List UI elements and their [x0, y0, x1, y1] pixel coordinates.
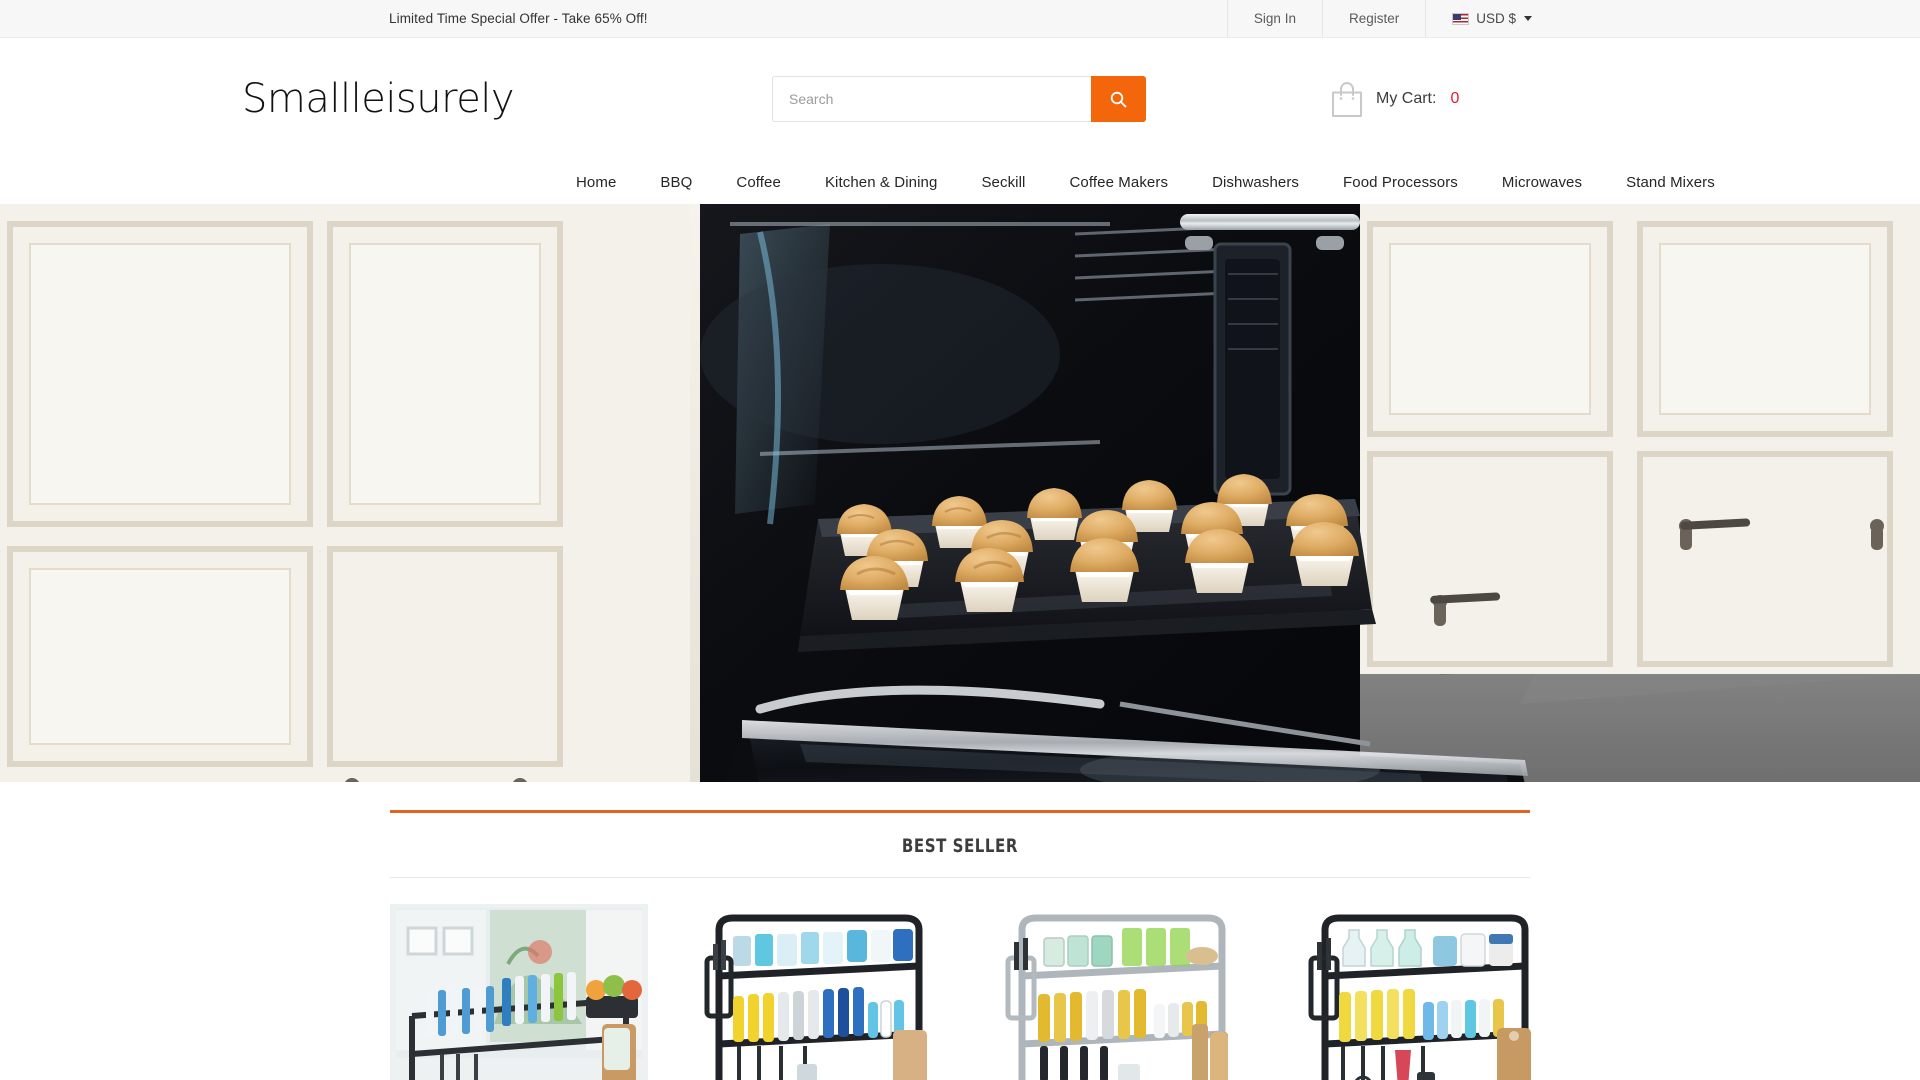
promo-banner: Limited Time Special Offer - Take 65% Of… [0, 0, 1227, 37]
section-title: BEST SELLER [901, 835, 1019, 857]
nav-item-bbq[interactable]: BBQ [638, 174, 714, 191]
nav-item-seckill[interactable]: Seckill [959, 174, 1047, 191]
nav-item-food-processors[interactable]: Food Processors [1321, 174, 1480, 191]
product-image[interactable] [693, 904, 951, 1080]
product-card[interactable] [1299, 904, 1557, 1080]
search-icon [1110, 91, 1127, 108]
cart-label: My Cart: [1376, 90, 1437, 107]
us-flag-icon [1452, 12, 1470, 25]
cart-count: 0 [1450, 90, 1460, 107]
product-card[interactable] [390, 904, 648, 1080]
product-image[interactable] [390, 904, 648, 1080]
top-links: Sign In Register USD $ [1226, 0, 1920, 37]
site-header: Smallleisurely Search My Cart: 0 [0, 38, 1920, 160]
search-input[interactable] [772, 76, 1091, 122]
hero-banner[interactable] [0, 204, 1920, 782]
shopping-bag-icon [1330, 80, 1364, 118]
search-button[interactable] [1091, 76, 1146, 122]
nav-item-home[interactable]: Home [526, 174, 638, 191]
sign-in-link[interactable]: Sign In [1226, 0, 1322, 37]
nav-item-coffee-makers[interactable]: Coffee Makers [1047, 174, 1190, 191]
promo-text: Limited Time Special Offer - Take 65% Of… [389, 11, 648, 26]
product-grid [390, 878, 1557, 1080]
nav-item-microwaves[interactable]: Microwaves [1480, 174, 1604, 191]
hero-image [0, 204, 1920, 782]
product-image[interactable] [996, 904, 1254, 1080]
nav-item-kitchen-dining[interactable]: Kitchen & Dining [803, 174, 960, 191]
currency-selector[interactable]: USD $ [1425, 0, 1540, 37]
currency-label: USD $ [1476, 11, 1516, 26]
nav-item-coffee[interactable]: Coffee [714, 174, 803, 191]
register-link[interactable]: Register [1321, 0, 1425, 37]
top-utility-bar: Limited Time Special Offer - Take 65% Of… [0, 0, 1920, 38]
nav-item-stand-mixers[interactable]: Stand Mixers [1604, 174, 1737, 191]
chevron-down-icon [1524, 16, 1532, 21]
best-seller-section: BEST SELLER [390, 782, 1557, 1080]
search-bar [772, 76, 1146, 122]
product-image[interactable] [1299, 904, 1557, 1080]
product-card[interactable] [693, 904, 951, 1080]
main-navigation: Home BBQ Coffee Kitchen & Dining Seckill Coff… [0, 160, 1920, 204]
site-logo[interactable]: Smallleisurely [242, 76, 515, 122]
nav-item-dishwashers[interactable]: Dishwashers [1190, 174, 1321, 191]
section-header: BEST SELLER [390, 810, 1530, 878]
cart-widget[interactable]: My Cart: 0 [1330, 80, 1459, 118]
product-card[interactable] [996, 904, 1254, 1080]
